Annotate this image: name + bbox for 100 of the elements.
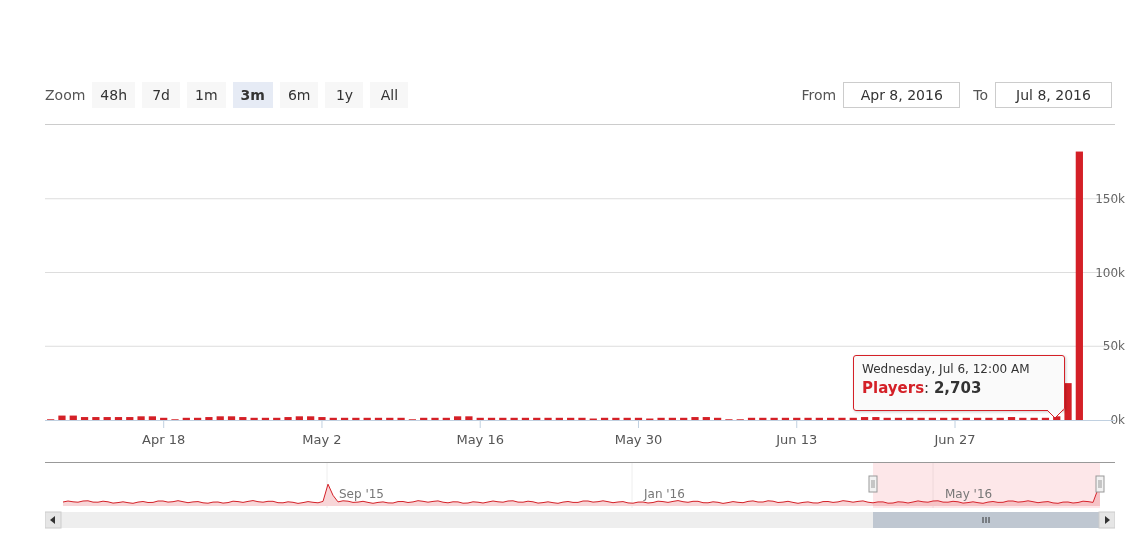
y-axis-label: 150k: [1095, 191, 1125, 206]
bar: [849, 417, 857, 420]
bar: [318, 417, 326, 420]
bar: [985, 417, 993, 420]
bar: [1030, 417, 1038, 420]
zoom-button[interactable]: 1y: [325, 82, 364, 108]
x-axis-label: Jun 13: [776, 432, 818, 447]
zoom-button[interactable]: 3m: [232, 82, 273, 108]
tooltip-date: Wednesday, Jul 6, 12:00 AM: [862, 362, 1031, 376]
navigator-axis-label: Sep '15: [339, 487, 384, 501]
bar: [702, 417, 710, 420]
bar: [137, 416, 145, 420]
bar: [114, 417, 123, 420]
y-axis-label: 0k: [1110, 413, 1125, 427]
navigator-axis-label: May '16: [945, 487, 993, 501]
zoom-button[interactable]: All: [370, 82, 409, 108]
bar: [827, 417, 835, 420]
x-axis-label: Apr 18: [142, 432, 186, 447]
bar: [340, 417, 349, 420]
bar: [917, 417, 925, 420]
bar: [928, 417, 936, 420]
bar: [940, 417, 948, 420]
from-label: From: [801, 87, 837, 103]
bar: [329, 417, 337, 420]
bar: [69, 415, 77, 420]
bar: [714, 417, 722, 420]
zoom-button[interactable]: 48h: [92, 82, 136, 108]
x-axis-label: Jun 27: [934, 432, 976, 447]
bar: [465, 416, 473, 420]
bar: [205, 417, 213, 420]
bar: [612, 417, 620, 420]
scroll-left-button[interactable]: [45, 511, 62, 529]
bar: [487, 417, 496, 420]
zoom-label: Zoom: [45, 87, 86, 103]
bar: [307, 416, 315, 420]
bar: [499, 417, 507, 420]
to-label: To: [973, 87, 988, 103]
bar: [600, 417, 609, 420]
bar: [397, 417, 405, 420]
x-axis-label: May 30: [614, 432, 663, 447]
bar: [1019, 417, 1027, 420]
bar: [804, 417, 812, 420]
scrollbar-thumb[interactable]: [873, 512, 1100, 528]
bar: [103, 417, 111, 420]
zoom-button[interactable]: 6m: [279, 82, 319, 108]
scroll-right-button[interactable]: [1098, 511, 1115, 529]
bar: [1041, 417, 1050, 420]
bar: [261, 417, 270, 420]
bar: [759, 417, 767, 420]
bar: [80, 417, 89, 420]
bar: [770, 417, 778, 420]
bar: [691, 417, 699, 420]
bar: [793, 417, 801, 420]
bar: [510, 417, 518, 420]
bar: [555, 417, 563, 420]
zoom-button[interactable]: 1m: [187, 82, 226, 108]
bar: [747, 417, 756, 420]
to-date-field[interactable]: Jul 8, 2016: [995, 82, 1112, 108]
y-axis-label: 100k: [1095, 265, 1125, 280]
tooltip-value: Players: 2,703: [862, 379, 983, 397]
bar: [974, 417, 982, 420]
bar: [126, 417, 134, 420]
bar: [295, 416, 303, 420]
zoom-button[interactable]: 7d: [142, 82, 181, 108]
bar: [454, 416, 462, 420]
bar: [521, 417, 530, 420]
bar: [872, 417, 880, 420]
bar: [363, 417, 371, 420]
bar: [160, 417, 168, 420]
navigator-axis-label: Jan '16: [644, 487, 685, 501]
bar: [58, 415, 66, 420]
bar: [838, 417, 846, 420]
bar: [420, 417, 428, 420]
bar: [182, 417, 190, 420]
y-axis-label: 50k: [1102, 339, 1125, 354]
bar: [284, 417, 292, 420]
navigator-handle[interactable]: [1095, 475, 1105, 493]
bar: [431, 417, 439, 420]
bar: [951, 417, 959, 420]
bar: [476, 417, 484, 420]
bar: [578, 417, 586, 420]
bar: [1007, 417, 1016, 420]
bar: [227, 416, 236, 420]
navigator-handle[interactable]: [868, 475, 878, 493]
bar: [92, 417, 100, 420]
x-axis-label: May 16: [456, 432, 504, 447]
x-axis-label: May 2: [302, 432, 342, 447]
bar: [273, 417, 281, 420]
bar: [781, 417, 790, 420]
bar: [634, 417, 643, 420]
bar: [442, 417, 450, 420]
bar: [374, 417, 383, 420]
bar: [668, 417, 676, 420]
bar: [386, 417, 394, 420]
bar: [250, 417, 258, 420]
bar: [567, 417, 575, 420]
bar: [533, 417, 541, 420]
bar: [352, 417, 360, 420]
bar: [860, 417, 869, 420]
from-date-field[interactable]: Apr 8, 2016: [843, 82, 961, 108]
